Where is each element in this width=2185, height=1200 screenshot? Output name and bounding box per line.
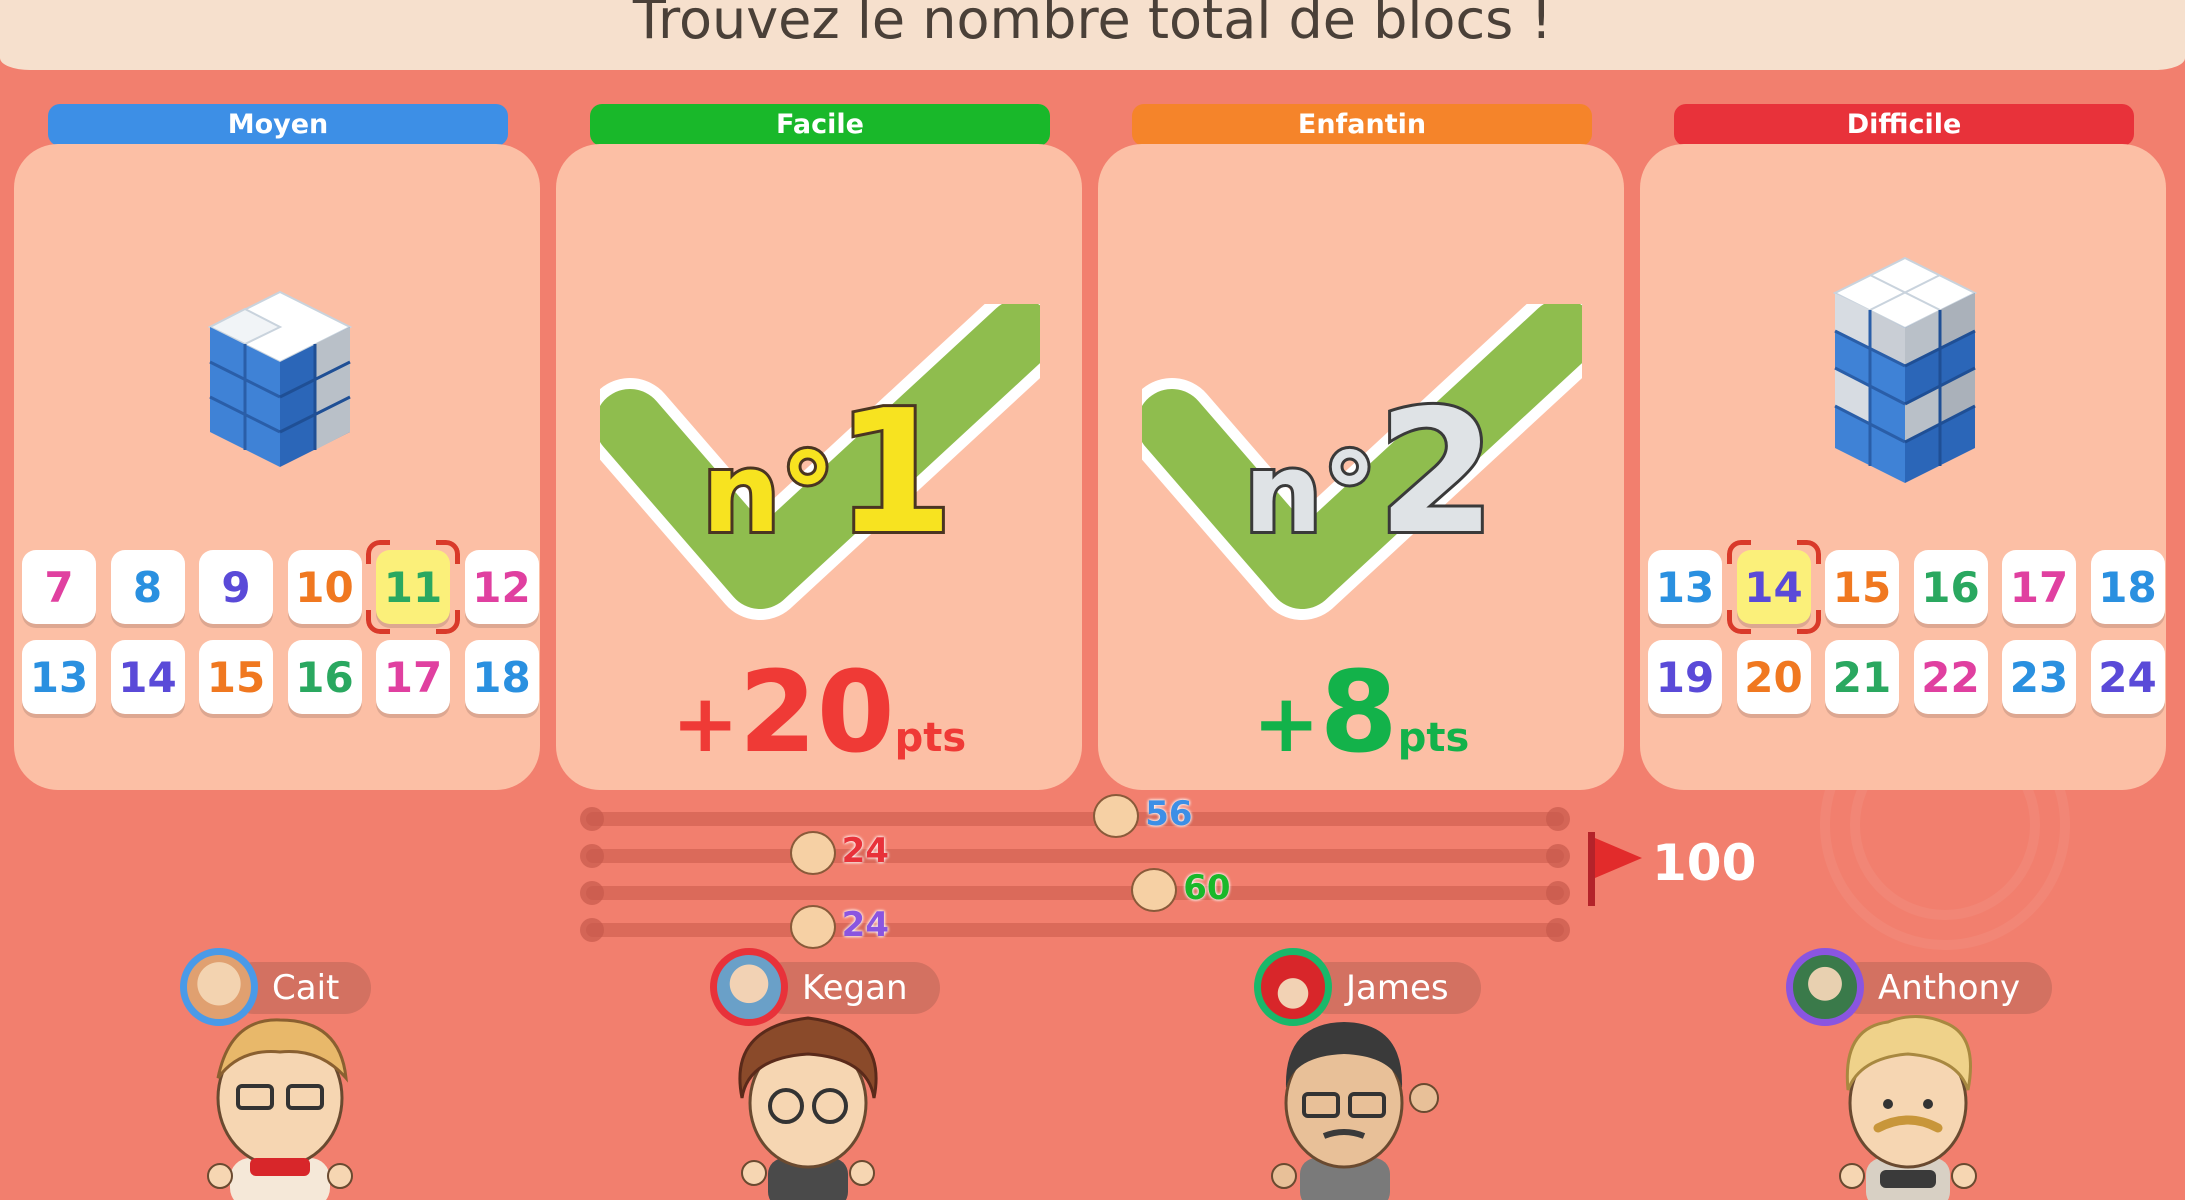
- answer-tile[interactable]: 17: [376, 640, 450, 714]
- progress-track: [580, 881, 1570, 905]
- page-title: Trouvez le nombre total de blocs !: [632, 0, 1553, 51]
- panel-card: n°1 +20pts: [556, 144, 1082, 790]
- answer-tile[interactable]: 21: [1825, 640, 1899, 714]
- title-banner: Trouvez le nombre total de blocs !: [0, 0, 2185, 70]
- answer-tile[interactable]: 15: [199, 640, 273, 714]
- question-panel-moyen: Moyen 7 8 9 10 11 12 13 14 15 16 17 18: [14, 104, 540, 790]
- points-unit: pts: [894, 715, 967, 761]
- panel-card: 13 14 15 16 17 18 19 20 21 22 23 24: [1640, 144, 2166, 790]
- rank-badge: n°2: [1241, 371, 1499, 575]
- character-james: [1271, 1022, 1439, 1200]
- answer-tile[interactable]: 13: [1648, 550, 1722, 624]
- player-name: Anthony: [1834, 962, 2053, 1014]
- progress-track: [580, 807, 1570, 831]
- goal-score: 100: [1652, 834, 1757, 892]
- tile-label: 11: [383, 563, 443, 612]
- progress-track: [580, 918, 1570, 942]
- tile-label: 14: [1744, 563, 1803, 612]
- answer-tile[interactable]: 22: [1913, 640, 1988, 714]
- block-stack-image: [1832, 256, 1978, 483]
- answer-tile[interactable]: 14: [110, 640, 185, 714]
- answer-tile[interactable]: 14: [1726, 540, 1821, 634]
- answer-tile[interactable]: 18: [2090, 550, 2165, 624]
- answer-tile[interactable]: 20: [1736, 640, 1811, 714]
- answer-tile[interactable]: 11: [366, 540, 460, 634]
- difficulty-label: Enfantin: [1132, 104, 1592, 146]
- character-cait: [207, 1018, 353, 1200]
- player-score: 24: [841, 905, 889, 945]
- rank-badge: n°1: [699, 371, 957, 575]
- points-sign: +: [1252, 677, 1320, 770]
- player-face-icon: [1131, 868, 1178, 912]
- answer-tile[interactable]: 8: [110, 550, 185, 624]
- answer-tile[interactable]: 18: [464, 640, 539, 714]
- answer-tile[interactable]: 13: [22, 640, 96, 714]
- player-face-icon: [1093, 794, 1140, 838]
- difficulty-label: Difficile: [1674, 104, 2134, 146]
- answer-tile[interactable]: 9: [199, 550, 273, 624]
- question-panel-facile: Facile n°1 +20pts: [556, 104, 1082, 790]
- rank-prefix: n°: [699, 426, 838, 560]
- difficulty-label: Facile: [590, 104, 1050, 146]
- panel-card: 7 8 9 10 11 12 13 14 15 16 17 18: [14, 144, 540, 790]
- points-earned: +8pts: [1098, 648, 1624, 778]
- player-score: 56: [1145, 794, 1193, 834]
- player-face-icon: [789, 905, 836, 949]
- rank-number: 1: [832, 371, 956, 575]
- question-panel-enfantin: Enfantin n°2 +8pts: [1098, 104, 1624, 790]
- block-stack-image: [207, 290, 353, 467]
- points-earned: +20pts: [556, 648, 1082, 778]
- answer-tile[interactable]: 15: [1825, 550, 1899, 624]
- answer-tile[interactable]: 10: [287, 550, 362, 624]
- character-anthony: [1839, 1015, 1977, 1200]
- points-value: 20: [738, 648, 895, 778]
- rank-number: 2: [1374, 371, 1498, 575]
- points-value: 8: [1319, 648, 1398, 778]
- points-sign: +: [671, 677, 739, 770]
- points-unit: pts: [1397, 715, 1470, 761]
- answer-tile[interactable]: 7: [22, 550, 96, 624]
- answer-tile[interactable]: 19: [1648, 640, 1722, 714]
- player-score: 24: [841, 831, 889, 871]
- progress-track: [580, 844, 1570, 868]
- question-panel-difficile: Difficile 13 14 15 16 17 18 19 20 21 22 23 24: [1640, 104, 2166, 790]
- player-score: 60: [1183, 868, 1231, 908]
- difficulty-label: Moyen: [48, 104, 508, 146]
- rank-prefix: n°: [1241, 426, 1380, 560]
- player-face-icon: [789, 831, 836, 875]
- character-kegan: [738, 1016, 878, 1200]
- answer-tile[interactable]: 16: [287, 640, 362, 714]
- answer-tile[interactable]: 24: [2090, 640, 2165, 714]
- answer-tile[interactable]: 17: [2002, 550, 2076, 624]
- goal-flag-icon: [1588, 832, 1642, 906]
- answer-tile[interactable]: 12: [464, 550, 539, 624]
- answer-tile[interactable]: 23: [2002, 640, 2076, 714]
- panel-card: n°2 +8pts: [1098, 144, 1624, 790]
- answer-tile[interactable]: 16: [1913, 550, 1988, 624]
